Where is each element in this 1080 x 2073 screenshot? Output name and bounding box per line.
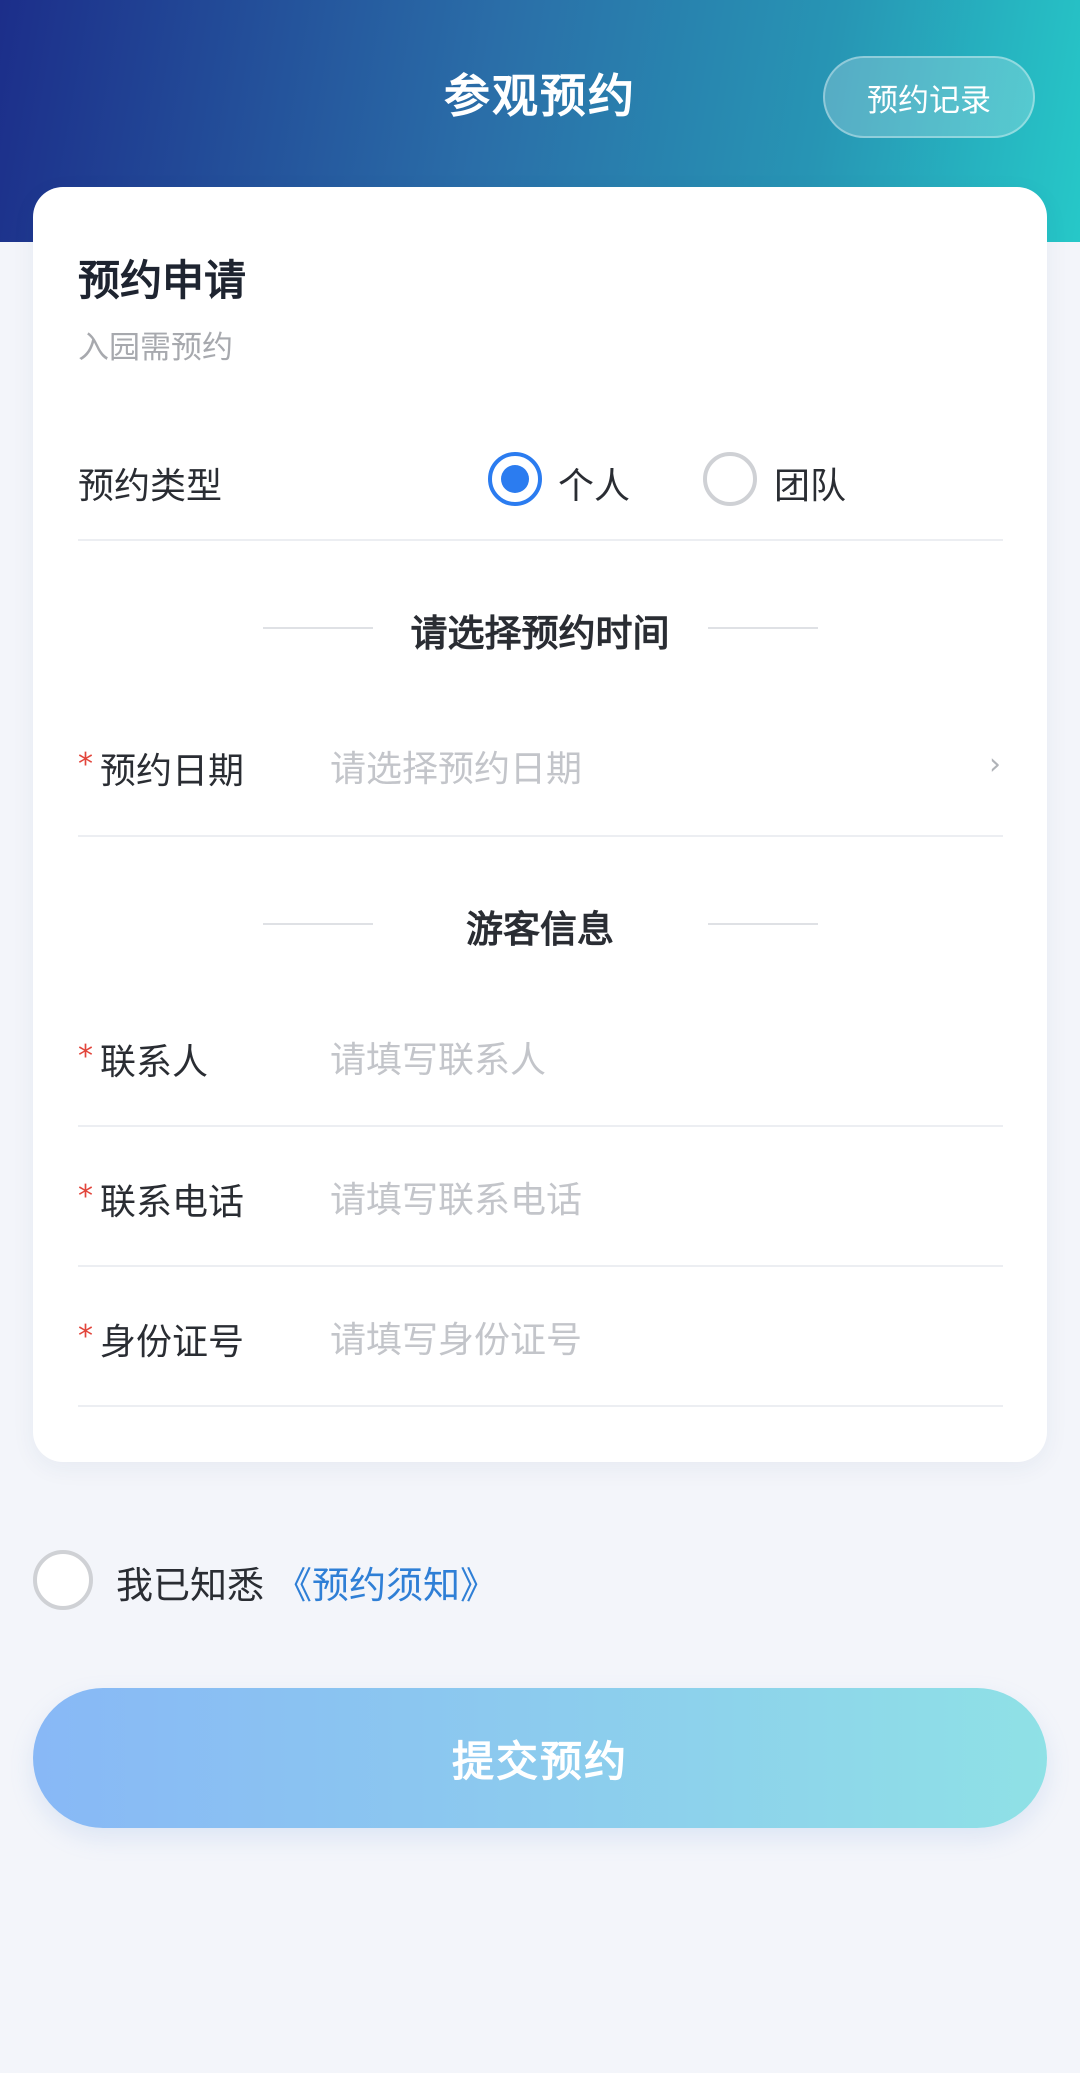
- booking-type-label: 预约类型: [78, 466, 223, 507]
- id-row: * 身份证号: [78, 1267, 1003, 1407]
- date-label: 预约日期: [100, 751, 245, 792]
- booking-type-row: 预约类型 个人 团队: [78, 437, 1003, 541]
- required-mark: *: [78, 1179, 93, 1214]
- phone-row: * 联系电话: [78, 1127, 1003, 1267]
- section-visitor-header: 游客信息: [33, 893, 1047, 953]
- contact-row: * 联系人: [78, 987, 1003, 1127]
- contact-label: 联系人: [100, 1042, 209, 1083]
- card-title: 预约申请: [78, 256, 247, 305]
- booking-form-card: 预约申请 入园需预约 预约类型 个人 团队 请选择预约时间 * 预约日期 › 游…: [33, 187, 1047, 1462]
- agreement-checkbox[interactable]: [33, 1550, 93, 1610]
- divider: [78, 539, 1003, 541]
- required-mark: *: [78, 1039, 93, 1074]
- divider: [78, 1405, 1003, 1407]
- section-time-title: 请选择预约时间: [410, 612, 670, 655]
- divider: [78, 835, 1003, 837]
- contact-input[interactable]: [330, 1030, 970, 1090]
- chevron-right-icon: ›: [989, 747, 1001, 782]
- date-picker-field[interactable]: [330, 739, 970, 799]
- id-label: 身份证号: [100, 1322, 245, 1363]
- id-number-input[interactable]: [330, 1310, 970, 1370]
- required-mark: *: [78, 1319, 93, 1354]
- card-subtitle: 入园需预约: [78, 330, 233, 366]
- section-line-right: [708, 627, 818, 629]
- phone-label: 联系电话: [100, 1182, 245, 1223]
- section-visitor-title: 游客信息: [466, 908, 614, 951]
- booking-notice-link[interactable]: 《预约须知》: [275, 1555, 497, 1609]
- agreement-text: 我已知悉: [116, 1564, 264, 1607]
- radio-individual-label[interactable]: 个人: [558, 457, 630, 509]
- records-button[interactable]: 预约记录: [823, 56, 1035, 138]
- radio-group[interactable]: [703, 452, 757, 506]
- phone-input[interactable]: [330, 1170, 970, 1230]
- submit-booking-button[interactable]: 提交预约: [33, 1688, 1047, 1828]
- section-time-header: 请选择预约时间: [33, 597, 1047, 657]
- radio-group-label[interactable]: 团队: [774, 457, 846, 509]
- section-line-right: [708, 923, 818, 925]
- date-row[interactable]: * 预约日期 ›: [78, 697, 1003, 837]
- required-mark: *: [78, 747, 93, 782]
- radio-individual[interactable]: [488, 452, 542, 506]
